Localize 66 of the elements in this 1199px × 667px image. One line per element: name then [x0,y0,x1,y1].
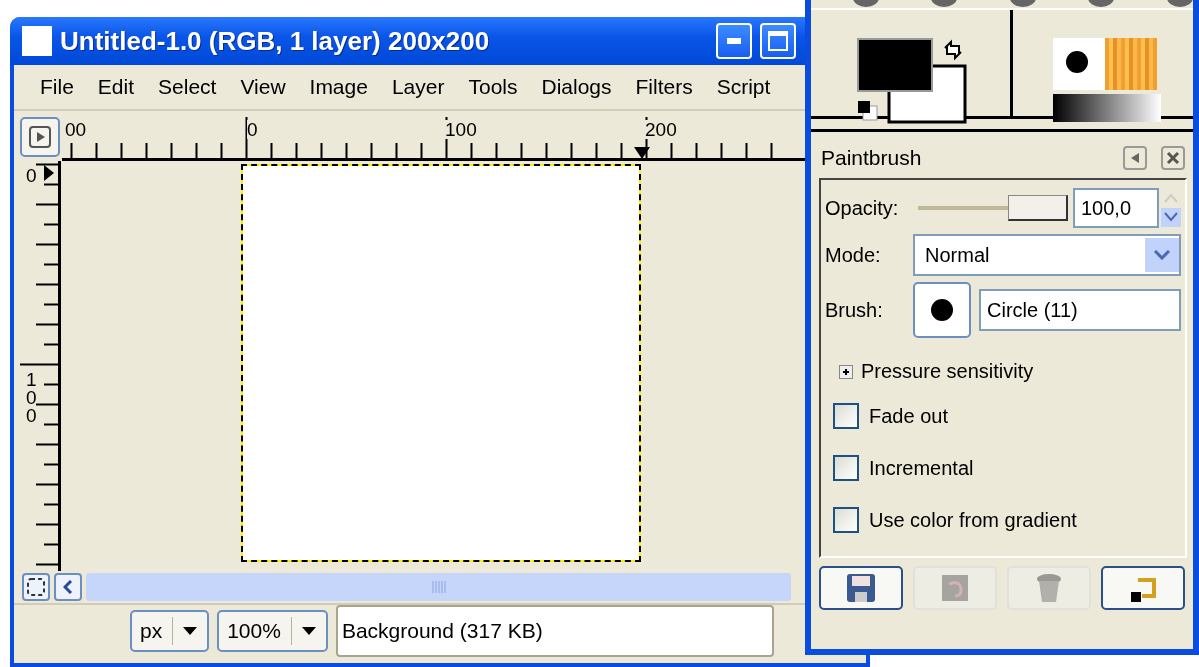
checkbox-label: Use color from gradient [869,508,1077,532]
mode-label: Mode: [825,243,882,267]
ruler-label: 200 [645,120,677,139]
unit-combo[interactable]: px [130,610,210,652]
brush-button[interactable] [913,282,971,338]
menu-item[interactable]: Tools [456,75,530,99]
checkbox-label: Incremental [869,456,974,480]
checkbox-label: Fade out [869,404,948,428]
expander-label[interactable]: Pressure sensitivity [861,360,1034,383]
save-button[interactable] [819,566,903,610]
checkbox[interactable] [833,403,859,429]
close-icon [1166,151,1180,165]
pointer-marker-icon [44,165,54,181]
checkbox[interactable] [833,507,859,533]
quick-mask-button[interactable] [22,573,50,601]
ruler-label: 100 [26,371,38,426]
menu-item[interactable]: Filters [623,75,705,99]
ruler-label: 0 [247,120,258,139]
dropdown-arrow-icon [183,627,198,635]
play-icon [29,126,51,148]
grip-icon [431,581,446,593]
brush-field[interactable]: Circle (11) [979,289,1181,331]
mode-dropdown[interactable]: Normal [913,234,1181,276]
expand-icon[interactable] [839,364,853,379]
menu-item[interactable]: File [28,75,86,99]
slider-thumb[interactable] [1007,195,1068,221]
close-button[interactable] [1161,146,1185,170]
ruler-label: 00 [65,120,87,139]
chevron-left-icon [63,580,73,594]
dock-title: Paintbrush [821,146,923,170]
color-swatches-drawing[interactable] [857,38,967,124]
dashed-square-icon [27,578,45,596]
reset-button[interactable] [1101,566,1185,610]
brush-label: Brush: [825,298,884,322]
zoom-combo[interactable]: 100% [217,610,328,652]
maximize-button[interactable] [760,23,796,59]
opacity-field[interactable]: 100,0 [1073,188,1159,228]
window-icon [22,26,52,56]
tab-menu-button[interactable] [1123,146,1147,170]
chevron-down-icon [1154,250,1170,260]
menu-item[interactable]: Dialogs [529,75,624,99]
menu-item[interactable]: Script [704,75,783,99]
minimize-icon [727,38,741,44]
navigate-button[interactable] [20,117,60,157]
menu-item[interactable]: Select [146,75,229,99]
minimize-button[interactable] [716,23,752,59]
triangle-left-icon [1130,153,1140,163]
gradient-preview-icon[interactable] [1052,94,1161,122]
window-title: Untitled-1.0 (RGB, 1 layer) 200x200 [60,25,491,57]
ruler-label: 100 [445,120,477,139]
trash-can-icon [1035,572,1063,604]
menu-item[interactable]: Layer [379,75,457,99]
dropdown-arrow-icon [301,627,316,635]
menu-item[interactable]: Edit [85,75,147,99]
brush-preview-icon[interactable] [1052,38,1105,90]
menu-item[interactable]: Image [297,75,380,99]
checkbox[interactable] [833,455,859,481]
undo-icon [939,572,971,604]
circle-brush-icon [931,299,953,321]
opacity-label: Opacity: [825,196,900,220]
menu-item[interactable]: View [228,75,298,99]
ruler-label: 0 [26,167,38,186]
status-message: Background (317 KB) [335,605,774,657]
maximize-icon [768,31,788,51]
scrollbar-thumb[interactable] [86,573,791,601]
scroll-left-button[interactable] [54,573,82,601]
